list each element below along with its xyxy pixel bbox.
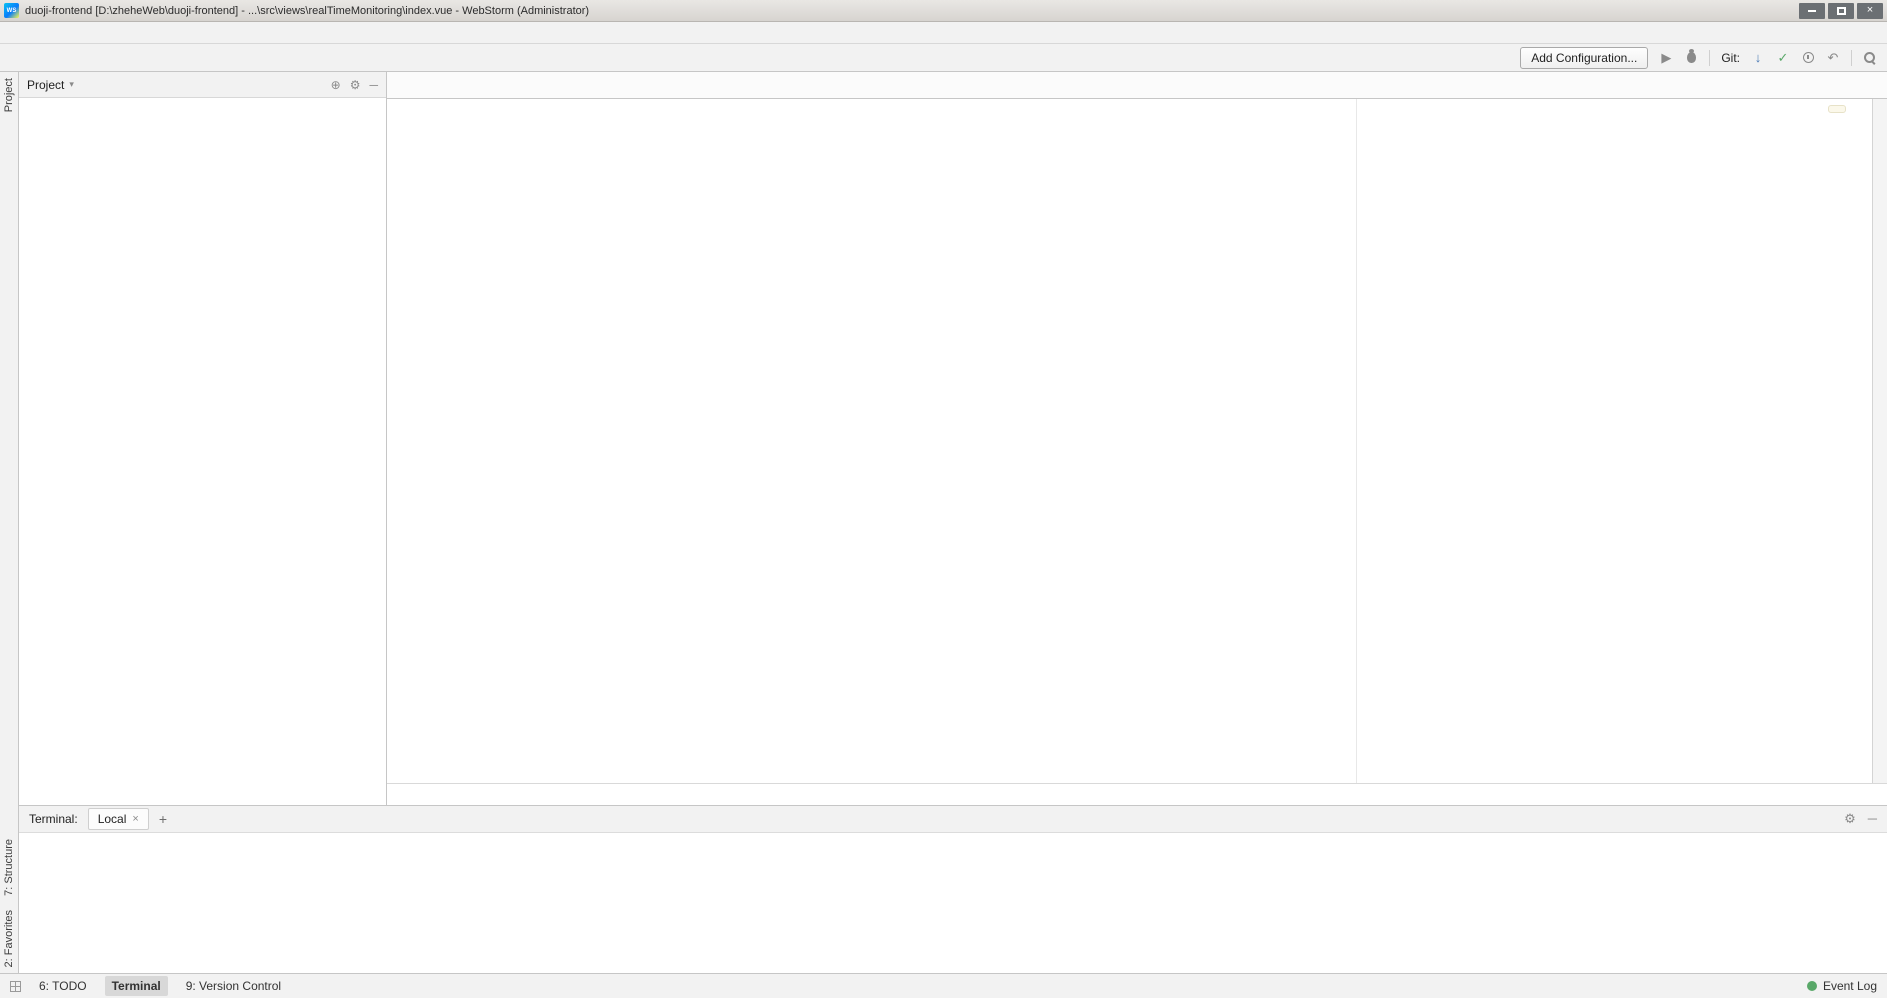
clock-icon [1803,52,1814,63]
terminal-output[interactable] [19,833,1887,973]
browser-launcher-bar [1828,105,1846,113]
rollback-icon[interactable]: ↶ [1826,51,1840,65]
terminal-header-icons: ⚙ ─ [1844,811,1877,827]
new-terminal-icon[interactable]: + [159,811,167,827]
chevron-down-icon[interactable]: ▾ [69,79,74,90]
settings-gear-icon[interactable]: ⚙ [350,78,361,92]
terminal-header: Terminal: Local × + ⚙ ─ [19,806,1887,833]
window-title: duoji-frontend [D:\zheheWeb\duoji-fronte… [25,5,589,17]
locate-icon[interactable]: ⊕ [331,78,341,92]
workspace: Project 7: Structure 2: Favorites Projec… [0,72,1887,973]
toolwindow-switcher-icon[interactable] [10,981,21,992]
terminal-title: Terminal: [29,812,78,826]
toolbar-divider [1851,50,1852,66]
bug-icon [1687,52,1696,63]
editor-area [387,72,1887,805]
statusbar-todo[interactable]: 6: TODO [39,979,87,993]
git-label: Git: [1721,51,1740,65]
debug-icon[interactable] [1684,51,1698,65]
history-icon[interactable] [1801,51,1815,65]
close-button[interactable]: × [1857,3,1883,19]
statusbar-version-control[interactable]: 9: Version Control [186,979,281,993]
statusbar-event-log[interactable]: Event Log [1823,979,1877,993]
terminal-panel: Terminal: Local × + ⚙ ─ [19,805,1887,973]
window-controls: × [1799,3,1883,19]
toolwindow-strip-left: Project 7: Structure 2: Favorites [0,72,19,973]
center-column: Project ▾ ⊕ ⚙ ─ [19,72,1887,973]
terminal-tab-label: Local [98,812,127,826]
project-panel-title[interactable]: Project [27,78,64,92]
code-editor[interactable] [387,99,1872,783]
editor-tab-bar [387,72,1887,99]
menu-bar [0,22,1887,44]
status-bar: 6: TODO Terminal 9: Version Control Even… [0,973,1887,998]
search-everywhere-icon[interactable] [1863,51,1877,65]
settings-gear-icon[interactable]: ⚙ [1844,811,1856,827]
magnifier-icon [1864,52,1876,64]
toolbar-divider [1709,50,1710,66]
git-commit-icon[interactable]: ✓ [1776,51,1790,65]
code-row [387,99,1887,783]
editor-breadcrumbs [387,783,1887,805]
minimize-button[interactable] [1799,3,1825,19]
maximize-icon [1837,7,1846,15]
statusbar-terminal[interactable]: Terminal [105,976,168,996]
add-configuration-button[interactable]: Add Configuration... [1520,47,1648,69]
project-panel: Project ▾ ⊕ ⚙ ─ [19,72,387,805]
navigation-bar: Add Configuration... ▶ Git: ↓ ✓ ↶ [0,44,1887,72]
error-stripe-scrollbar[interactable] [1872,99,1887,783]
toolbar-right: Add Configuration... ▶ Git: ↓ ✓ ↶ [1520,47,1877,69]
minimize-panel-icon[interactable]: ─ [1868,811,1877,827]
webstorm-window: WS duoji-frontend [D:\zheheWeb\duoji-fro… [0,0,1887,998]
event-log-icon [1807,981,1817,991]
hide-panel-icon[interactable]: ─ [369,78,378,92]
webstorm-logo-icon: WS [4,3,19,18]
project-tree [19,98,386,805]
main-area: Project ▾ ⊕ ⚙ ─ [19,72,1887,805]
title-bar: WS duoji-frontend [D:\zheheWeb\duoji-fro… [0,0,1887,22]
toolwindow-structure-tab[interactable]: 7: Structure [3,839,15,896]
run-icon[interactable]: ▶ [1659,51,1673,65]
project-header-icons: ⊕ ⚙ ─ [331,78,378,92]
minimize-icon [1808,10,1816,12]
terminal-tab-local[interactable]: Local × [88,808,149,830]
toolwindow-project-tab[interactable]: Project [3,78,15,112]
toolwindow-favorites-tab[interactable]: 2: Favorites [3,910,15,967]
statusbar-right: Event Log [1807,979,1877,993]
tab-close-icon[interactable]: × [132,813,138,825]
toolwindow-strip-bottom: 7: Structure 2: Favorites [3,839,15,967]
project-panel-header: Project ▾ ⊕ ⚙ ─ [19,72,386,98]
git-update-icon[interactable]: ↓ [1751,51,1765,65]
maximize-button[interactable] [1828,3,1854,19]
